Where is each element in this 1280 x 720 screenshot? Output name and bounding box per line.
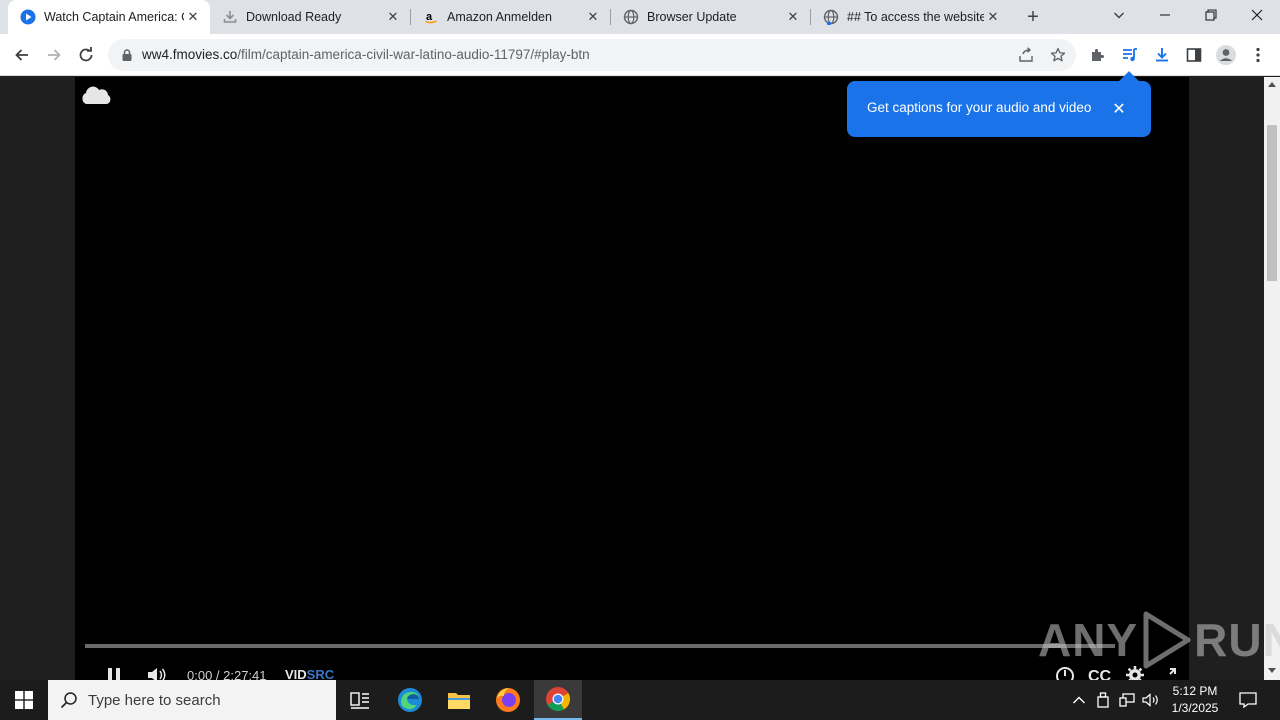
- chrome-taskbar-button[interactable]: [534, 680, 582, 720]
- watermark-text-right: RUN: [1194, 614, 1280, 666]
- menu-kebab-icon[interactable]: [1242, 39, 1274, 71]
- tab-title: Watch Captain America: Civil War: [44, 10, 184, 24]
- downloads-icon[interactable]: [1146, 39, 1178, 71]
- file-explorer-taskbar-button[interactable]: [435, 680, 483, 720]
- edge-icon: [398, 688, 422, 712]
- play-circle-icon: [20, 9, 36, 25]
- tab-close-icon[interactable]: ✕: [984, 8, 1002, 26]
- video-player[interactable]: 0:00 / 2:27:41 VIDSRC CC: [75, 77, 1189, 684]
- chrome-icon: [546, 687, 570, 712]
- close-window-button[interactable]: [1234, 0, 1280, 30]
- live-caption-popup: Get captions for your audio and video ✕: [847, 71, 1151, 137]
- address-bar[interactable]: ww4.fmovies.co/film/captain-america-civi…: [108, 39, 1076, 71]
- notifications-button[interactable]: [1234, 680, 1262, 720]
- page-content: 0:00 / 2:27:41 VIDSRC CC: [0, 77, 1264, 684]
- tab-download-ready[interactable]: Download Ready ✕: [210, 0, 410, 34]
- speaker-icon: [1142, 693, 1158, 707]
- tab-search-button[interactable]: [1096, 0, 1142, 30]
- tab-close-icon[interactable]: ✕: [384, 8, 402, 26]
- notification-icon: [1239, 692, 1257, 708]
- tray-volume[interactable]: [1140, 680, 1162, 720]
- bookmark-star-icon[interactable]: [1046, 43, 1070, 67]
- chevron-up-icon: [1073, 696, 1085, 704]
- start-button[interactable]: [0, 680, 48, 720]
- share-icon[interactable]: [1014, 43, 1038, 67]
- globe-icon: [623, 9, 639, 25]
- windows-logo-icon: [15, 691, 33, 709]
- minimize-button[interactable]: [1142, 0, 1188, 30]
- forward-button[interactable]: [38, 39, 70, 71]
- clock-date: 1/3/2025: [1171, 701, 1219, 715]
- tab-close-icon[interactable]: ✕: [184, 8, 202, 26]
- scroll-up-arrow[interactable]: [1268, 82, 1276, 87]
- popup-close-icon[interactable]: ✕: [1109, 99, 1129, 119]
- tab-title: ## To access the website: [847, 10, 984, 24]
- media-controls-icon[interactable]: [1114, 39, 1146, 71]
- amazon-icon: a: [423, 9, 439, 25]
- new-tab-button[interactable]: +: [1022, 6, 1044, 28]
- tab-watch-captain-america[interactable]: Watch Captain America: Civil War ✕: [8, 0, 210, 34]
- browser-toolbar: ww4.fmovies.co/film/captain-america-civi…: [0, 34, 1280, 76]
- tray-network-drive[interactable]: [1092, 680, 1114, 720]
- search-placeholder: Type here to search: [88, 691, 221, 709]
- tray-network[interactable]: [1116, 680, 1138, 720]
- firefox-icon: [496, 688, 520, 712]
- tray-overflow-chevron[interactable]: [1068, 680, 1090, 720]
- download-icon: [222, 9, 238, 25]
- tab-browser-update[interactable]: Browser Update ✕: [611, 0, 810, 34]
- clock-time: 5:12 PM: [1172, 684, 1218, 698]
- play-logo-icon: [1143, 611, 1191, 669]
- edge-taskbar-button[interactable]: [386, 680, 434, 720]
- network-icon: [1119, 693, 1135, 707]
- profile-avatar-icon[interactable]: [1210, 39, 1242, 71]
- popup-message: Get captions for your audio and video: [867, 100, 1092, 115]
- task-view-icon: [350, 692, 369, 709]
- url-host: ww4.fmovies.co: [142, 47, 238, 62]
- globe-icon: [823, 9, 839, 25]
- restore-button[interactable]: [1188, 0, 1234, 30]
- anyrun-watermark: ANY RUN: [1038, 608, 1280, 672]
- tab-title: Amazon Anmelden: [447, 10, 552, 24]
- back-button[interactable]: [6, 39, 38, 71]
- browser-window: Watch Captain America: Civil War ✕ Downl…: [0, 0, 1280, 684]
- taskbar-clock[interactable]: 5:12 PM 1/3/2025: [1160, 683, 1230, 717]
- windows-taskbar: Type here to search 5:12 PM 1/3/2025: [0, 680, 1280, 720]
- scrollbar-thumb[interactable]: [1267, 125, 1277, 281]
- cloud-icon: [79, 83, 113, 107]
- reload-button[interactable]: [70, 39, 102, 71]
- page-scrollbar[interactable]: [1264, 77, 1280, 680]
- tab-access-website[interactable]: ## To access the website ✕: [811, 0, 1010, 34]
- watermark-text-left: ANY: [1038, 614, 1139, 666]
- tab-title: Browser Update: [647, 10, 737, 24]
- tab-close-icon[interactable]: ✕: [784, 8, 802, 26]
- tab-amazon-anmelden[interactable]: a Amazon Anmelden ✕: [411, 0, 610, 34]
- video-progress-bar[interactable]: [85, 644, 1115, 648]
- tab-close-icon[interactable]: ✕: [584, 8, 602, 26]
- side-panel-icon[interactable]: [1178, 39, 1210, 71]
- svg-text:a: a: [426, 11, 433, 23]
- search-icon: [60, 691, 78, 709]
- tab-title: Download Ready: [246, 10, 342, 24]
- task-view-button[interactable]: [336, 680, 384, 720]
- url-text[interactable]: ww4.fmovies.co/film/captain-america-civi…: [142, 47, 590, 62]
- extensions-puzzle-icon[interactable]: [1082, 39, 1114, 71]
- usb-drive-icon: [1097, 692, 1109, 708]
- taskbar-search-box[interactable]: Type here to search: [48, 680, 336, 720]
- lock-icon[interactable]: [120, 48, 134, 62]
- url-path: /film/captain-america-civil-war-latino-a…: [237, 47, 590, 62]
- folder-icon: [448, 693, 470, 709]
- firefox-taskbar-button[interactable]: [484, 680, 532, 720]
- tab-strip: Watch Captain America: Civil War ✕ Downl…: [0, 0, 1280, 34]
